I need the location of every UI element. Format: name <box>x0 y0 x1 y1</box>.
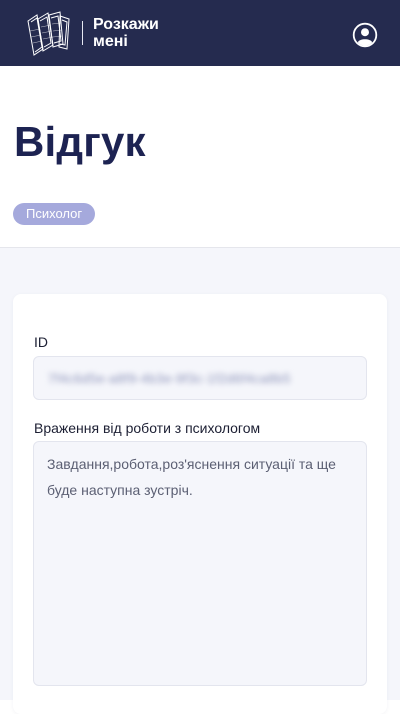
id-field[interactable]: 7f4c6d5e-a8f9-4b3e-9f3c-1f2d6f4ca8b5 <box>33 356 367 400</box>
id-value: 7f4c6d5e-a8f9-4b3e-9f3c-1f2d6f4ca8b5 <box>48 371 291 386</box>
logo-divider <box>82 21 83 45</box>
impression-textarea[interactable]: Завдання,робота,роз'яснення ситуації та … <box>33 441 367 686</box>
impression-label: Враження від роботи з психологом <box>34 420 261 436</box>
role-badge: Психолог <box>13 203 96 225</box>
brand-name[interactable]: Розкажи мені <box>93 16 159 50</box>
id-label: ID <box>34 334 48 350</box>
user-circle-icon[interactable] <box>352 22 378 48</box>
cards-logo-icon[interactable] <box>22 11 74 57</box>
page-title: Відгук <box>14 118 146 165</box>
app-header: Розкажи мені <box>0 0 400 66</box>
brand-line-1: Розкажи <box>93 16 159 33</box>
feedback-card: ID 7f4c6d5e-a8f9-4b3e-9f3c-1f2d6f4ca8b5 … <box>13 294 387 714</box>
content-area: ID 7f4c6d5e-a8f9-4b3e-9f3c-1f2d6f4ca8b5 … <box>0 248 400 714</box>
page-header: Відгук Психолог <box>0 66 400 248</box>
brand-line-2: мені <box>93 33 128 50</box>
